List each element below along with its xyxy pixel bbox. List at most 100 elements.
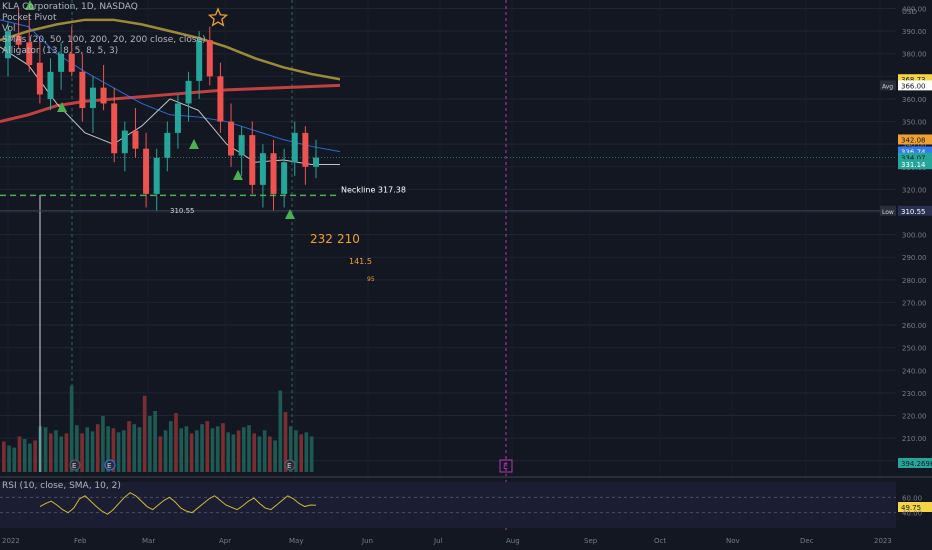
volume-bar: [184, 426, 189, 472]
legend-pocket-pivot[interactable]: Pocket Pivot: [2, 13, 202, 24]
time-axis-bg: [0, 530, 932, 550]
price-tick-label: 260.00: [902, 322, 927, 330]
time-tick-label: Nov: [726, 537, 740, 545]
volume-bar: [273, 440, 277, 472]
price-badge-text: 310.55: [901, 208, 926, 216]
volume-bar: [252, 433, 257, 472]
price-chart[interactable]: 400.00390.00380.00370.00360.00350.00340.…: [0, 0, 932, 550]
volume-bar: [22, 438, 27, 472]
volume-bar: [236, 430, 241, 472]
time-tick-label: Mar: [142, 537, 155, 545]
volume-bar: [132, 424, 137, 472]
volume-bar: [153, 411, 157, 472]
candle-body: [270, 153, 277, 194]
candle-body: [143, 148, 150, 194]
volume-bar: [268, 436, 272, 472]
volume-bar: [137, 427, 142, 472]
candle-body: [206, 40, 213, 77]
candle-body: [47, 71, 54, 99]
earnings-letter: E: [287, 462, 291, 470]
volume-bar: [221, 423, 225, 472]
candle-body: [185, 80, 192, 104]
volume-bar: [189, 433, 194, 472]
time-tick-label: Feb: [74, 537, 87, 545]
volume-bar: [174, 413, 178, 472]
volume-bar: [80, 433, 84, 472]
volume-bar: [163, 430, 168, 472]
price-tick-label: 300.00: [902, 232, 927, 240]
volume-bar: [309, 436, 314, 472]
low-annotation: 310.55: [170, 207, 195, 215]
volume-bar: [205, 421, 210, 472]
target-label: 232: [310, 232, 333, 246]
price-tick-label: 390.00: [902, 28, 927, 36]
legend-smas[interactable]: SMAs (20, 50, 100, 200, 20, 200 close, c…: [2, 35, 206, 46]
volume-bar: [95, 424, 100, 472]
volume-bar: [85, 427, 90, 472]
price-badge-text: 394.269K: [901, 460, 932, 468]
time-tick-label: Oct: [654, 537, 666, 545]
volume-bar: [210, 428, 215, 472]
time-tick-label: May: [289, 537, 303, 545]
time-tick-label: Aug: [506, 537, 520, 545]
volume-bar: [226, 432, 230, 472]
target-label: 210: [337, 232, 360, 246]
candle-body: [89, 87, 96, 108]
volume-bar: [278, 390, 283, 472]
chart-root: 400.00390.00380.00370.00360.00350.00340.…: [0, 0, 932, 550]
volume-bar: [168, 421, 173, 472]
price-tick-label: 230.00: [902, 390, 927, 398]
price-tick-label: 240.00: [902, 367, 927, 375]
price-tick-label: 320.00: [902, 186, 927, 194]
price-tick-label: 380.00: [902, 51, 927, 59]
price-badge-text: 366.00: [901, 82, 926, 90]
time-tick-label: Jul: [433, 537, 443, 545]
legend-alligator[interactable]: Alligator (13, 8, 5, 8, 5, 3): [2, 46, 202, 57]
volume-bar: [247, 425, 251, 472]
volume-bar: [12, 447, 17, 472]
badge-tag: Avg: [882, 83, 893, 90]
volume-bar: [200, 424, 204, 472]
legend-symbol[interactable]: KLA Corporation, 1D, NASDAQ: [2, 2, 202, 13]
volume-bar: [127, 421, 131, 472]
candle-body: [249, 135, 256, 185]
price-badge-text: 342.08: [901, 136, 926, 144]
candle-body: [259, 153, 266, 185]
rsi-tick-label: 40.00: [902, 510, 922, 518]
volume-bar: [90, 431, 95, 472]
indicator-legend: KLA Corporation, 1D, NASDAQ Pocket Pivot…: [2, 2, 206, 57]
volume-bar: [7, 445, 11, 472]
target-label: 95: [367, 276, 375, 283]
candle-body: [164, 132, 171, 158]
rsi-pane-bg: [0, 482, 896, 528]
future-earnings-letter: E: [503, 462, 508, 471]
volume-bar: [179, 428, 184, 472]
rsi-legend[interactable]: RSI (10, close, SMA, 10, 2): [2, 481, 121, 491]
volume-bar: [262, 430, 267, 472]
volume-bar: [299, 434, 304, 472]
price-tick-label: 360.00: [902, 96, 927, 104]
time-tick-label: Dec: [800, 537, 814, 545]
volume-bar: [59, 436, 64, 472]
candle-body: [132, 130, 139, 149]
volume-bar: [43, 427, 48, 472]
volume-bar: [33, 440, 37, 472]
rsi-tick-label: 60.00: [902, 494, 922, 502]
candle-body: [228, 121, 235, 156]
time-tick-label: Sep: [584, 537, 598, 545]
time-tick-label: Apr: [219, 537, 231, 545]
target-label: 141.5: [349, 257, 372, 266]
volume-bar: [2, 441, 6, 472]
volume-bar: [116, 432, 121, 472]
volume-bar: [241, 427, 246, 472]
currency-label: USD: [902, 8, 917, 16]
legend-vol[interactable]: Vol: [2, 24, 202, 35]
volume-bar: [101, 416, 105, 472]
volume-bar: [158, 436, 163, 472]
candle-body: [313, 157, 319, 167]
volume-bar: [121, 430, 126, 472]
candle-body: [238, 135, 245, 156]
badge-tag: Low: [882, 209, 894, 216]
price-tick-label: 210.00: [902, 435, 927, 443]
price-badge-text: 331.14: [901, 161, 926, 169]
